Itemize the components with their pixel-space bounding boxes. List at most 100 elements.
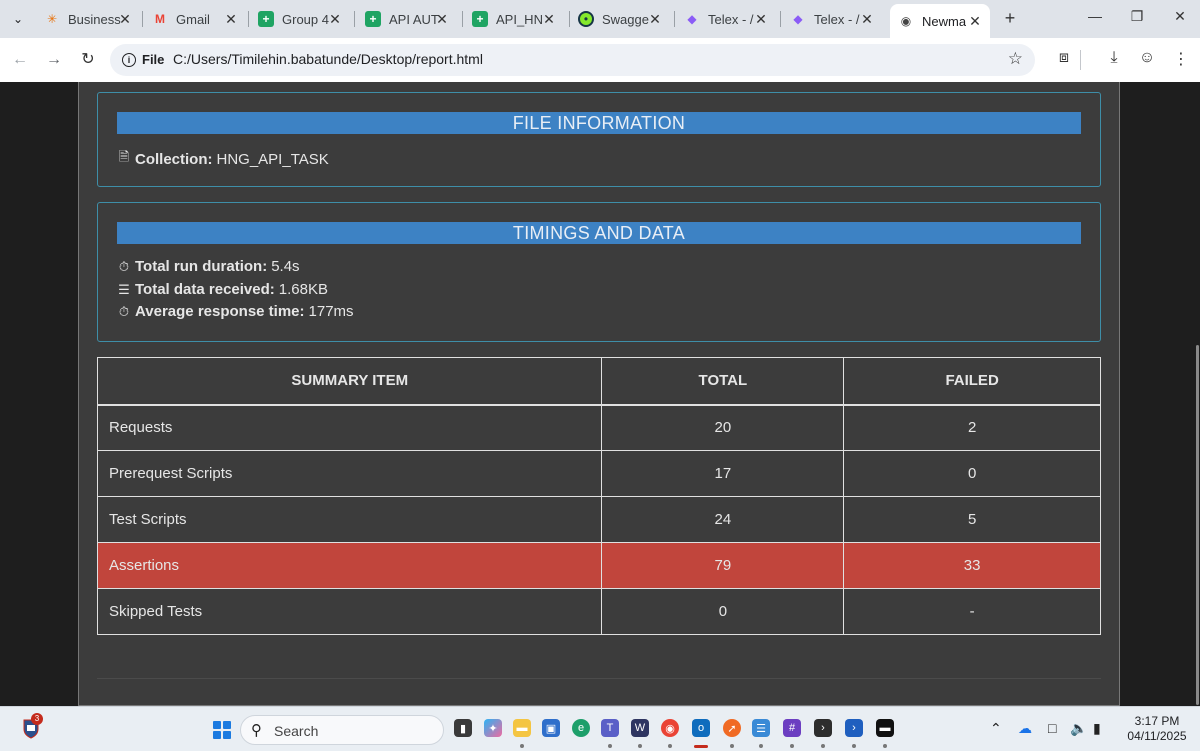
close-icon[interactable]: ✕ <box>752 10 770 28</box>
close-icon[interactable]: ✕ <box>858 10 876 28</box>
summary-item-cell: Skipped Tests <box>96 588 603 635</box>
table-row: Prerequest Scripts 17 0 <box>96 450 1101 497</box>
windows-start-icon[interactable] <box>213 721 231 739</box>
browser-toolbar: ← → ↻ i File C:/Users/Timilehin.babatund… <box>0 38 1200 82</box>
postman-icon[interactable]: ➚ <box>723 719 741 737</box>
failed-cell: 5 <box>843 496 1101 543</box>
profile-icon[interactable]: ☺ <box>1136 49 1158 67</box>
stopwatch-icon: ⏱ <box>118 258 130 274</box>
url-text[interactable]: C:/Users/Timilehin.babatunde/Desktop/rep… <box>173 51 483 67</box>
restore-icon[interactable]: ❐ <box>1127 8 1147 25</box>
taskbar-clock[interactable]: 3:17 PM 04/11/2025 <box>1118 714 1196 744</box>
close-icon[interactable]: ✕ <box>326 10 344 28</box>
summary-item-cell: Requests <box>96 404 603 451</box>
back-arrow-icon[interactable]: ← <box>10 50 30 70</box>
forward-arrow-icon[interactable]: → <box>44 50 64 70</box>
summary-item-cell: Prerequest Scripts <box>96 450 603 497</box>
tab-separator <box>674 11 675 27</box>
clock-date: 04/11/2025 <box>1127 729 1187 743</box>
minimize-icon[interactable]: — <box>1085 8 1105 24</box>
tab-swagger[interactable]: • Swagge ✕ <box>578 4 670 34</box>
download-icon[interactable]: ⤓ <box>1103 49 1125 67</box>
taskbar-search-input[interactable]: ⚲ Search <box>240 715 444 745</box>
tab-search-chevron-icon[interactable]: ⌄ <box>6 8 30 30</box>
failed-cell: 0 <box>843 450 1101 497</box>
stopwatch-icon: ⏱ <box>118 303 130 319</box>
volume-icon[interactable]: 🔈 <box>1070 720 1087 737</box>
gmail-icon: M <box>155 12 165 26</box>
asterisk-icon: ✳ <box>46 12 58 26</box>
tab-title: Newma <box>922 13 966 29</box>
more-menu-icon[interactable]: ⋮ <box>1170 49 1192 69</box>
close-icon[interactable]: ✕ <box>222 10 240 28</box>
running-indicator <box>790 744 794 748</box>
wps-icon[interactable]: W <box>631 719 649 737</box>
close-icon[interactable]: ✕ <box>116 10 134 28</box>
avg-response-label: Average response time: <box>135 303 305 320</box>
tab-telex-2[interactable]: ◆ Telex - / ✕ <box>790 4 882 34</box>
close-icon[interactable]: ✕ <box>966 12 984 30</box>
edge-icon[interactable]: e <box>572 719 590 737</box>
tab-api-hng[interactable]: + API_HN ✕ <box>472 4 564 34</box>
avg-response-value: 177ms <box>308 303 354 320</box>
total-header: TOTAL <box>601 357 845 406</box>
data-received-value: 1.68KB <box>278 281 328 298</box>
newman-report: FILE INFORMATION 🗎 Collection: HNG_API_T… <box>78 82 1120 706</box>
chrome-icon[interactable]: ◉ <box>661 719 679 737</box>
tab-business[interactable]: ✳ Business ✕ <box>44 4 140 34</box>
site-info-chip[interactable]: i File <box>122 52 164 67</box>
tab-api-aut[interactable]: + API AUT ✕ <box>365 4 457 34</box>
telex-icon: ◆ <box>793 12 803 26</box>
table-header-row: SUMMARY ITEM TOTAL FAILED <box>96 357 1101 406</box>
terminal-icon[interactable]: › <box>814 719 832 737</box>
slack-icon[interactable]: # <box>783 719 801 737</box>
sheets-icon: + <box>472 11 488 27</box>
collection-label: Collection: <box>135 150 213 168</box>
clock-time: 3:17 PM <box>1134 714 1180 728</box>
summary-table: SUMMARY ITEM TOTAL FAILED Requests 20 2 … <box>96 357 1101 635</box>
task-view-icon[interactable]: ▮ <box>454 719 472 737</box>
extensions-icon[interactable]: ⧈ <box>1053 49 1075 67</box>
close-icon[interactable]: ✕ <box>540 10 558 28</box>
table-row-failed-highlight: Assertions 79 33 <box>96 542 1101 589</box>
bookmark-star-icon[interactable]: ☆ <box>1008 49 1023 69</box>
tab-group-4[interactable]: + Group 4 ✕ <box>258 4 350 34</box>
running-indicator <box>638 744 642 748</box>
info-icon: i <box>122 52 136 67</box>
running-indicator <box>883 744 887 748</box>
tab-telex-1[interactable]: ◆ Telex - / ✕ <box>684 4 776 34</box>
running-indicator <box>608 744 612 748</box>
running-indicator <box>668 744 672 748</box>
show-hidden-icons-chevron-icon[interactable]: ⌃ <box>990 720 1002 737</box>
tab-newman-report[interactable]: ◉ Newma ✕ <box>890 4 990 38</box>
avg-response-line: ⏱ Average response time: 177ms <box>117 303 354 320</box>
address-bar[interactable]: i File C:/Users/Timilehin.babatunde/Desk… <box>110 44 1035 76</box>
new-tab-button[interactable]: + <box>1000 8 1020 28</box>
copilot-icon[interactable]: ✦ <box>484 719 502 737</box>
outlook-icon[interactable]: o <box>692 719 710 737</box>
data-received-line: ☰ Total data received: 1.68KB <box>117 281 328 298</box>
run-duration-line: ⏱ Total run duration: 5.4s <box>117 258 300 275</box>
close-icon[interactable]: ✕ <box>433 10 451 28</box>
file-information-card: FILE INFORMATION 🗎 Collection: HNG_API_T… <box>97 92 1101 187</box>
command-prompt-icon[interactable]: ▬ <box>876 719 894 737</box>
database-icon: ☰ <box>118 281 130 297</box>
data-received-label: Total data received: <box>135 281 275 298</box>
teams-icon[interactable]: T <box>601 719 619 737</box>
store-icon[interactable]: ▣ <box>542 719 560 737</box>
powershell-icon[interactable]: › <box>845 719 863 737</box>
tab-gmail[interactable]: M Gmail ✕ <box>152 4 246 34</box>
running-indicator <box>821 744 825 748</box>
file-explorer-icon[interactable]: ▬ <box>513 719 531 737</box>
close-icon[interactable]: ✕ <box>646 10 664 28</box>
onedrive-cloud-icon[interactable]: ☁ <box>1018 720 1032 737</box>
collection-value: HNG_API_TASK <box>216 150 329 168</box>
page-scrollbar[interactable] <box>1196 345 1199 705</box>
reload-icon[interactable]: ↻ <box>78 50 98 70</box>
notepad-icon[interactable]: ☰ <box>752 719 770 737</box>
windows-taskbar: 3 ⚲ Search ▮ ✦ ▬ ▣ e T W ◉ o ➚ ☰ # › › ▬… <box>0 706 1200 751</box>
close-window-icon[interactable]: ✕ <box>1170 8 1190 25</box>
swagger-icon: • <box>578 11 594 27</box>
network-icon[interactable]: □ <box>1048 720 1056 736</box>
battery-icon[interactable]: ▮ <box>1093 720 1101 737</box>
